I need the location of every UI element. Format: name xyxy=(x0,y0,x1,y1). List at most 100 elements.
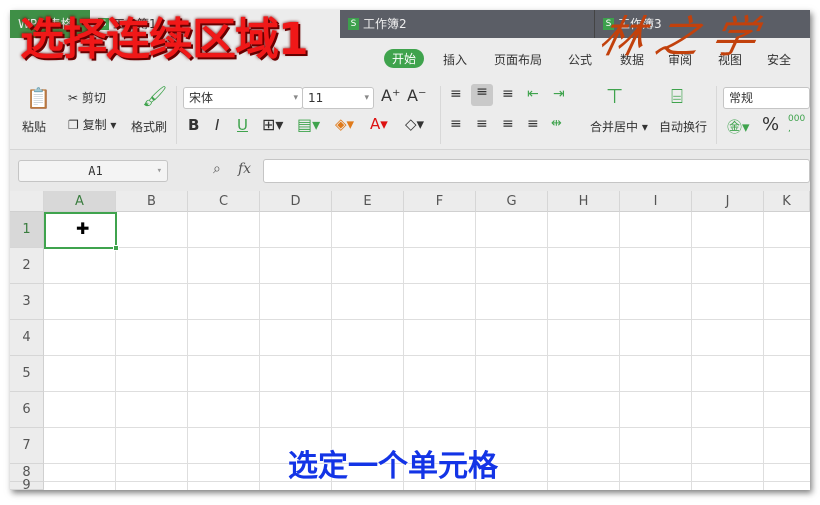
row-header-1[interactable]: 1 xyxy=(10,212,44,248)
gridline xyxy=(44,427,810,428)
row-header-9[interactable]: 9 xyxy=(10,479,44,492)
increase-font-icon[interactable]: A⁺ xyxy=(381,86,400,105)
indent-decrease-icon[interactable]: ⇤ xyxy=(527,86,539,102)
scissors-icon: ✂ xyxy=(68,91,79,105)
cut-label: 剪切 xyxy=(81,91,106,105)
wps-window: WPS 表格 S 工作簿1 S 工作簿2 S 工作簿3 开始 插入 页面布局 公式 数… xyxy=(10,10,810,492)
font-size: 11 xyxy=(308,91,324,105)
gridline xyxy=(44,319,810,320)
column-header-H[interactable]: H xyxy=(548,191,620,212)
gridline xyxy=(619,212,620,490)
brush-icon: 🖌 xyxy=(142,84,168,108)
divider xyxy=(440,86,441,144)
gridline xyxy=(259,212,260,490)
fill-handle[interactable] xyxy=(113,245,119,251)
percent-button[interactable]: % xyxy=(762,114,779,135)
row-header-4[interactable]: 4 xyxy=(10,320,44,356)
align-left-icon[interactable]: ≡ xyxy=(450,116,462,132)
column-header-J[interactable]: J xyxy=(692,191,764,212)
gridline xyxy=(44,283,810,284)
font-color-icon[interactable]: A▾ xyxy=(370,115,388,133)
menu-home[interactable]: 开始 xyxy=(384,49,425,68)
selected-cell-a1[interactable]: ✚ xyxy=(44,212,119,251)
spreadsheet-grid[interactable]: A B C D E F G H I J K 1 2 3 4 5 6 7 8 9 ✚ xyxy=(10,191,810,492)
chevron-down-icon: ▾ xyxy=(364,93,369,103)
distribute-icon[interactable]: ⇹ xyxy=(551,116,562,131)
underline-icon[interactable]: U xyxy=(237,116,248,134)
gridline xyxy=(187,212,188,490)
currency-icon[interactable]: ㊎▾ xyxy=(727,116,750,137)
italic-icon[interactable]: I xyxy=(215,116,219,134)
paste-icon[interactable]: 📋 xyxy=(26,86,51,110)
row-header-2[interactable]: 2 xyxy=(10,248,44,284)
chevron-down-icon: ▾ xyxy=(293,93,298,103)
gridline xyxy=(763,212,764,490)
column-header-F[interactable]: F xyxy=(404,191,476,212)
number-format-select[interactable]: 常规 xyxy=(723,87,810,109)
eraser-icon[interactable]: ◇▾ xyxy=(405,115,424,133)
column-header-D[interactable]: D xyxy=(260,191,332,212)
row-header-5[interactable]: 5 xyxy=(10,356,44,392)
copy-label: 复制 xyxy=(82,118,107,132)
align-bottom-icon[interactable]: ≡ xyxy=(502,86,514,102)
gridline xyxy=(547,212,548,490)
merge-label: 合并居中 xyxy=(590,120,639,134)
signature-logo: 林之学 xyxy=(594,12,774,63)
cut-button[interactable]: ✂ 剪切 xyxy=(68,89,106,106)
align-middle-icon[interactable]: ≡ xyxy=(471,84,493,106)
column-header-C[interactable]: C xyxy=(188,191,260,212)
bold-icon[interactable]: B xyxy=(188,116,199,134)
column-header-A[interactable]: A xyxy=(44,191,116,212)
column-header-B[interactable]: B xyxy=(116,191,188,212)
cell-reference: A1 xyxy=(88,164,103,178)
gridline xyxy=(115,212,116,490)
font-name: 宋体 xyxy=(189,91,214,105)
copy-button[interactable]: ❐ 复制 ▾ xyxy=(68,116,116,133)
align-right-icon[interactable]: ≡ xyxy=(502,116,514,132)
menu-security[interactable]: 安全 xyxy=(767,51,791,68)
overlay-title: 选择连续区域1 xyxy=(20,14,309,65)
formula-input[interactable] xyxy=(263,159,810,183)
select-all-corner[interactable] xyxy=(10,191,44,212)
font-name-select[interactable]: 宋体 ▾ xyxy=(183,87,303,109)
gridline xyxy=(44,355,810,356)
gridline xyxy=(691,212,692,490)
menu-formulas[interactable]: 公式 xyxy=(568,51,592,68)
caption: 选定一个单元格 xyxy=(288,449,498,484)
gridline xyxy=(44,247,810,248)
decrease-font-icon[interactable]: A⁻ xyxy=(407,86,426,105)
tab-workbook-2[interactable]: S 工作簿2 xyxy=(340,10,595,38)
column-header-E[interactable]: E xyxy=(332,191,404,212)
chevron-down-icon: ▾ xyxy=(156,166,162,176)
gridline xyxy=(44,391,810,392)
column-header-G[interactable]: G xyxy=(476,191,548,212)
menu-page-layout[interactable]: 页面布局 xyxy=(494,51,542,68)
paste-button[interactable]: 粘贴 xyxy=(22,118,46,135)
zoom-lookup-icon[interactable]: ⌕ xyxy=(213,161,221,177)
indent-increase-icon[interactable]: ⇥ xyxy=(553,86,565,102)
fill-color-icon[interactable]: ◈▾ xyxy=(335,115,354,133)
divider xyxy=(716,86,717,144)
row-header-3[interactable]: 3 xyxy=(10,284,44,320)
cell-style-icon[interactable]: ▤▾ xyxy=(297,115,320,134)
number-format: 常规 xyxy=(729,91,754,105)
justify-icon[interactable]: ≡ xyxy=(527,116,539,132)
align-center-icon[interactable]: ≡ xyxy=(476,116,488,132)
tab-label: 工作簿2 xyxy=(363,17,407,31)
wrap-text-button[interactable]: 自动换行 xyxy=(659,118,707,135)
fx-icon[interactable]: fx xyxy=(238,161,251,177)
border-icon[interactable]: ⊞▾ xyxy=(262,115,283,134)
row-header-6[interactable]: 6 xyxy=(10,392,44,428)
sheet-icon: S xyxy=(348,18,359,30)
merge-center-button[interactable]: 合并居中 ▾ xyxy=(590,118,648,135)
align-top-icon[interactable]: ≡ xyxy=(450,86,462,102)
column-header-K[interactable]: K xyxy=(764,191,810,212)
menu-insert[interactable]: 插入 xyxy=(443,51,467,68)
format-painter-button[interactable]: 格式刷 xyxy=(131,118,167,135)
column-header-I[interactable]: I xyxy=(620,191,692,212)
thousands-icon[interactable]: 000, xyxy=(788,114,805,134)
font-size-select[interactable]: 11 ▾ xyxy=(302,87,374,109)
name-box[interactable]: A1 ▾ xyxy=(18,160,168,182)
merge-icon: ⊤ xyxy=(606,84,624,108)
row-header-7[interactable]: 7 xyxy=(10,428,44,464)
